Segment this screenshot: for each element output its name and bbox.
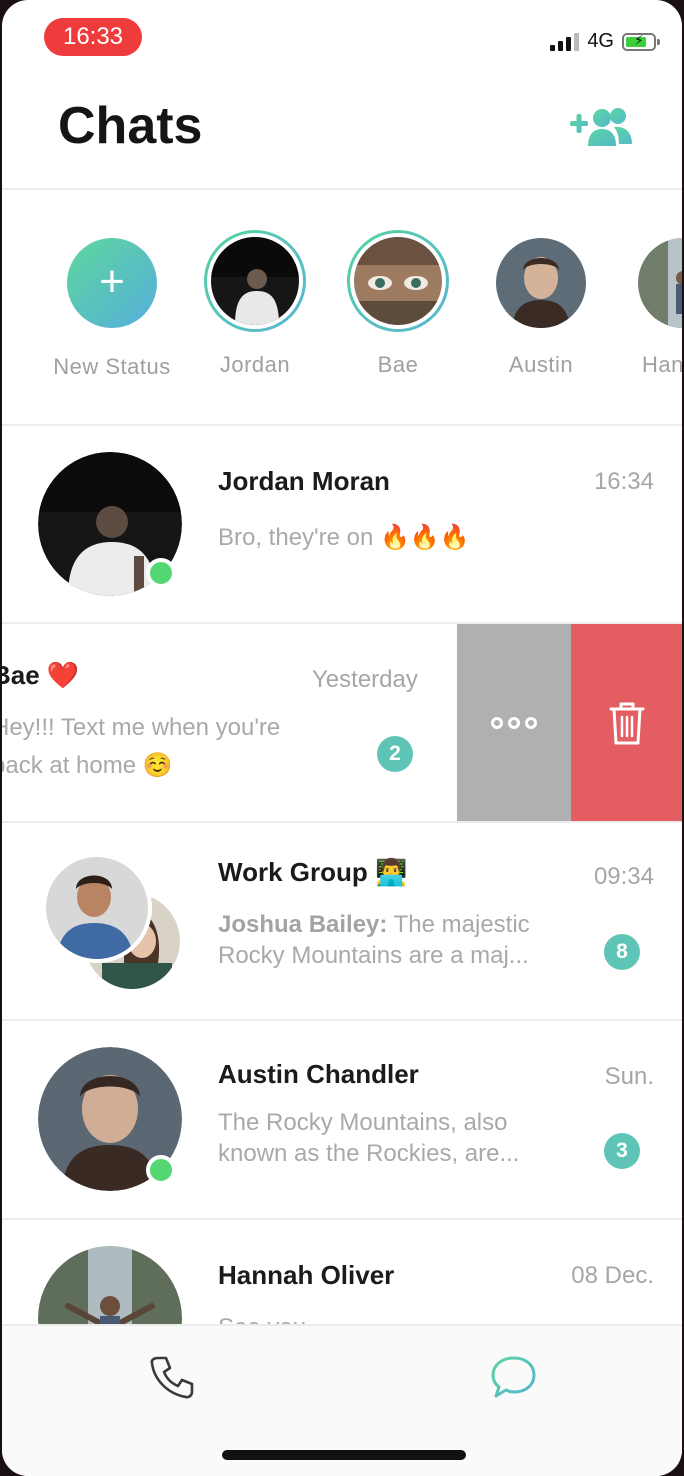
- status-time: 16:33: [44, 18, 142, 56]
- story-ring: [204, 230, 306, 332]
- chat-preview: Hey!!! Text me when you're back at home …: [2, 712, 392, 781]
- avatar: [38, 1246, 182, 1324]
- chat-name: Hannah Oliver: [218, 1260, 395, 1290]
- story-label: Bae: [377, 352, 419, 377]
- more-actions-button[interactable]: [457, 624, 571, 821]
- chat-preview-line: Hey!!! Text me when you're: [2, 714, 281, 741]
- chat-row-work-group[interactable]: Work Group 👨‍💻 09:34 Joshua Bailey: The …: [2, 823, 682, 1019]
- story-avatar-austin: [496, 238, 586, 328]
- plus-icon[interactable]: +: [67, 238, 157, 328]
- chat-preview: The Rocky Mountains, also known as the R…: [218, 1107, 578, 1169]
- story-hannah[interactable]: Han: [614, 238, 682, 378]
- status-indicators: 4G ⚡: [550, 30, 660, 53]
- story-ring: [347, 230, 449, 332]
- chat-time: 16:34: [593, 468, 654, 495]
- chat-name: Jordan Moran: [218, 466, 390, 496]
- chat-row-hannah-oliver[interactable]: Hannah Oliver 08 Dec. See you: [2, 1220, 682, 1324]
- group-avatar-primary: [42, 853, 152, 963]
- story-bae[interactable]: Bae: [328, 230, 468, 378]
- tab-calls[interactable]: [144, 1348, 204, 1408]
- chat-bubble-icon: [491, 1356, 536, 1398]
- unread-badge: 8: [604, 934, 640, 970]
- home-indicator: [222, 1450, 466, 1460]
- chat-sender: Joshua Bailey:: [218, 911, 388, 938]
- unread-badge: 2: [377, 736, 413, 772]
- header-divider: [2, 188, 682, 190]
- add-contact-button[interactable]: [568, 104, 634, 150]
- chat-preview: Joshua Bailey: The majestic Rocky Mounta…: [218, 909, 578, 971]
- story-label: Austin: [508, 352, 574, 377]
- story-avatar-hannah: [638, 238, 682, 328]
- chat-row-bae[interactable]: Bae ❤️ Yesterday Hey!!! Text me when you…: [2, 624, 457, 820]
- story-label: Han: [642, 352, 682, 377]
- battery-icon: ⚡: [622, 32, 660, 51]
- story-avatar-jordan: [211, 237, 299, 325]
- chat-preview-line: Rocky Mountains are a maj...: [218, 942, 529, 969]
- chat-time: Yesterday: [312, 666, 418, 693]
- chat-row-austin-chandler[interactable]: Austin Chandler Sun. The Rocky Mountains…: [2, 1021, 682, 1217]
- chat-preview-line: The majestic: [393, 911, 530, 938]
- chat-row-jordan-moran[interactable]: Jordan Moran 16:34 Bro, they're on 🔥🔥🔥: [2, 426, 682, 622]
- story-avatar-bae: [354, 237, 442, 325]
- more-dots-icon: [491, 716, 537, 729]
- story-label: New Status: [53, 354, 171, 379]
- chat-name: Bae ❤️: [2, 660, 80, 690]
- chat-preview: Bro, they're on 🔥🔥🔥: [218, 524, 470, 551]
- add-contact-icon: [570, 108, 632, 146]
- chat-preview-line: The Rocky Mountains, also: [218, 1109, 508, 1136]
- online-status-dot: [146, 1155, 176, 1185]
- trash-icon: [609, 702, 644, 744]
- chat-name: Work Group 👨‍💻: [218, 857, 408, 887]
- story-label: Jordan: [219, 352, 291, 377]
- phone-icon: [150, 1356, 194, 1399]
- chat-preview-line: known as the Rockies, are...: [218, 1140, 520, 1167]
- network-label: 4G: [587, 30, 614, 52]
- page-title: Chats: [58, 97, 203, 155]
- signal-icon: [550, 32, 580, 51]
- chat-time: 08 Dec.: [571, 1262, 654, 1289]
- online-status-dot: [146, 558, 176, 588]
- story-new-status[interactable]: + New Status: [42, 238, 182, 380]
- unread-badge: 3: [604, 1133, 640, 1169]
- tab-chats[interactable]: [484, 1348, 544, 1408]
- delete-chat-button[interactable]: [571, 624, 682, 821]
- chat-time: Sun.: [604, 1063, 654, 1090]
- chat-time: 09:34: [593, 863, 654, 890]
- chat-preview: See you: [218, 1312, 578, 1324]
- chat-name: Austin Chandler: [218, 1059, 419, 1089]
- chat-preview-line: back at home ☺️: [2, 752, 173, 779]
- story-jordan[interactable]: Jordan: [185, 230, 325, 378]
- phone-screen: 16:33 4G ⚡ Chats + New Status Jordan Bae…: [2, 0, 682, 1476]
- story-austin[interactable]: Austin: [471, 238, 611, 378]
